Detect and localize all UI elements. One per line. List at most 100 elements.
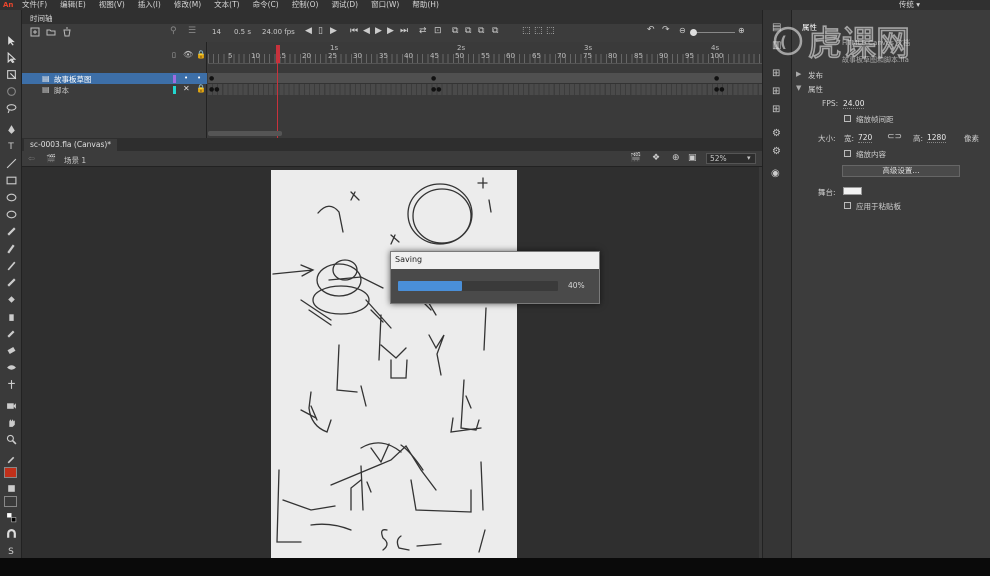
menu-file[interactable]: 文件(F) <box>22 0 47 10</box>
onion-outline-icon[interactable]: ⧉ <box>465 26 471 36</box>
paint-bucket-tool-icon[interactable] <box>4 293 18 306</box>
menu-control[interactable]: 控制(O) <box>292 0 319 10</box>
menu-insert[interactable]: 插入(I) <box>138 0 161 10</box>
advanced-settings-button[interactable]: 高级设置... <box>842 165 960 177</box>
edit-scene-icon[interactable]: 🎬 <box>630 153 641 163</box>
height-value[interactable]: 1280 <box>927 133 947 143</box>
line-tool-icon[interactable] <box>4 157 18 170</box>
undo-icon[interactable]: ↶ <box>647 25 655 35</box>
brush-tool-icon[interactable] <box>4 259 18 272</box>
layer-row-storyboard[interactable]: ▤ 故事板草图 • • <box>22 73 207 84</box>
snap-magnet-icon[interactable] <box>4 528 18 541</box>
go-first-frame-icon[interactable]: ⏮ <box>350 26 358 36</box>
bone-tool-icon[interactable] <box>4 276 18 289</box>
menu-window[interactable]: 窗口(W) <box>371 0 399 10</box>
prev-keyframe-icon[interactable]: ◀ <box>305 26 312 36</box>
stroke-color-icon[interactable] <box>4 453 18 466</box>
oval-tool-icon[interactable] <box>4 191 18 204</box>
step-back-icon[interactable]: ◀ <box>363 26 370 36</box>
3d-rotation-tool-icon[interactable] <box>4 85 18 98</box>
color-panel-icon[interactable]: ⊞ <box>772 86 780 97</box>
width-tool-icon[interactable] <box>4 361 18 374</box>
layer-depth-icon[interactable]: ⚲ <box>170 26 177 36</box>
menu-commands[interactable]: 命令(C) <box>253 0 279 10</box>
fps-value[interactable]: 24.00 <box>843 99 865 109</box>
new-layer-icon[interactable] <box>30 27 40 37</box>
pin-tool-icon[interactable] <box>4 378 18 391</box>
document-tab[interactable]: sc-0003.fla (Canvas)* <box>24 139 118 151</box>
current-frame[interactable]: 14 <box>212 28 221 36</box>
pencil-tool-icon[interactable] <box>4 225 18 238</box>
edit-symbols-icon[interactable]: ❖ <box>652 153 660 163</box>
ink-bottle-tool-icon[interactable] <box>4 310 18 323</box>
code-snippets-icon[interactable]: ⚙ <box>772 146 781 157</box>
layer-hidden-icon[interactable]: ✕ <box>183 84 190 93</box>
swap-colors-icon[interactable] <box>4 511 18 524</box>
scale-content-checkbox[interactable] <box>844 150 851 157</box>
loop-icon[interactable]: ⇄ <box>419 26 427 36</box>
components-panel-icon[interactable]: ◉ <box>771 168 780 179</box>
stage-canvas[interactable] <box>271 170 517 558</box>
timeline-scrollbar[interactable] <box>208 131 282 136</box>
fill-color-icon[interactable] <box>4 482 18 495</box>
layer-name[interactable]: 脚本 <box>54 85 69 96</box>
frame-view-icon[interactable]: ☰ <box>188 26 196 36</box>
layer-lock-icon[interactable]: 🔒 <box>196 84 206 93</box>
publish-chevron-icon[interactable]: ▶ <box>796 70 801 78</box>
classic-tween-icon[interactable]: ⬚ <box>546 26 555 36</box>
back-arrow-icon[interactable]: ⇦ <box>28 154 35 163</box>
zoom-out-timeline-icon[interactable]: ⊖ <box>679 26 686 35</box>
frame-rate[interactable]: 24.00 fps <box>262 28 295 36</box>
menu-edit[interactable]: 编辑(E) <box>60 0 86 10</box>
swatches-panel-icon[interactable]: ⊞ <box>772 104 780 115</box>
layer-color-tag[interactable] <box>173 75 176 83</box>
menu-text[interactable]: 文本(T) <box>214 0 239 10</box>
frames-row-storyboard[interactable] <box>208 73 762 84</box>
keyframe-marker[interactable]: ●● <box>209 86 219 93</box>
menu-help[interactable]: 帮助(H) <box>412 0 439 10</box>
eraser-tool-icon[interactable] <box>4 344 18 357</box>
link-dimensions-icon[interactable]: ⊂⊃ <box>887 132 902 142</box>
menu-modify[interactable]: 修改(M) <box>174 0 201 10</box>
new-folder-icon[interactable] <box>46 27 56 37</box>
onion-skin-icon[interactable]: ⧉ <box>452 26 458 36</box>
properties-section[interactable]: 属性 <box>808 84 823 95</box>
lasso-tool-icon[interactable] <box>4 102 18 115</box>
stage-color-swatch[interactable] <box>843 187 862 195</box>
scale-spacing-checkbox[interactable] <box>844 115 851 122</box>
layer-row-script[interactable]: ▤ 脚本 ✕ 🔒 <box>22 84 207 95</box>
free-transform-tool-icon[interactable] <box>4 68 18 81</box>
next-keyframe-icon[interactable]: ▶ <box>330 26 337 36</box>
width-value[interactable]: 720 <box>858 133 873 143</box>
frame-area[interactable]: 1s 2s 3s 4s 5 10 15 20 25 30 35 40 45 50… <box>208 42 762 138</box>
properties-chevron-icon[interactable]: ▼ <box>796 84 801 92</box>
go-last-frame-icon[interactable]: ⏭ <box>400 26 408 36</box>
timeline-zoom-thumb[interactable] <box>690 29 697 36</box>
scene-name[interactable]: 场景 1 <box>64 155 86 166</box>
workspace-switcher[interactable]: 传统 ▾ <box>899 0 920 10</box>
zoom-dropdown[interactable]: 52% ▾ <box>706 153 756 164</box>
menu-debug[interactable]: 调试(D) <box>331 0 358 10</box>
clip-content-icon[interactable]: ▣ <box>688 153 697 163</box>
modify-markers-icon[interactable]: ⧉ <box>492 26 498 36</box>
stroke-color-swatch[interactable] <box>4 467 17 478</box>
redo-icon[interactable]: ↷ <box>662 25 670 35</box>
keyframe-marker[interactable]: ● <box>209 75 214 82</box>
outline-column-icon[interactable]: ▯ <box>172 51 176 59</box>
smooth-icon[interactable]: S <box>4 545 18 558</box>
step-forward-icon[interactable]: ▶ <box>387 26 394 36</box>
rectangle-tool-icon[interactable] <box>4 174 18 187</box>
layer-visible-dot[interactable]: • <box>184 74 188 82</box>
lock-column-icon[interactable]: 🔒 <box>196 50 206 59</box>
layer-lock-dot[interactable]: • <box>197 74 201 82</box>
pen-tool-icon[interactable] <box>4 123 18 136</box>
current-time[interactable]: 0.5 s <box>234 28 251 36</box>
apply-pasteboard-checkbox[interactable] <box>844 202 851 209</box>
zoom-in-timeline-icon[interactable]: ⊕ <box>738 26 745 35</box>
keyframe-marker[interactable]: ●● <box>714 86 724 93</box>
eyedropper-tool-icon[interactable] <box>4 327 18 340</box>
fill-color-swatch[interactable] <box>4 496 17 507</box>
polystar-tool-icon[interactable] <box>4 208 18 221</box>
paint-brush-tool-icon[interactable] <box>4 242 18 255</box>
delete-layer-icon[interactable] <box>62 27 72 37</box>
